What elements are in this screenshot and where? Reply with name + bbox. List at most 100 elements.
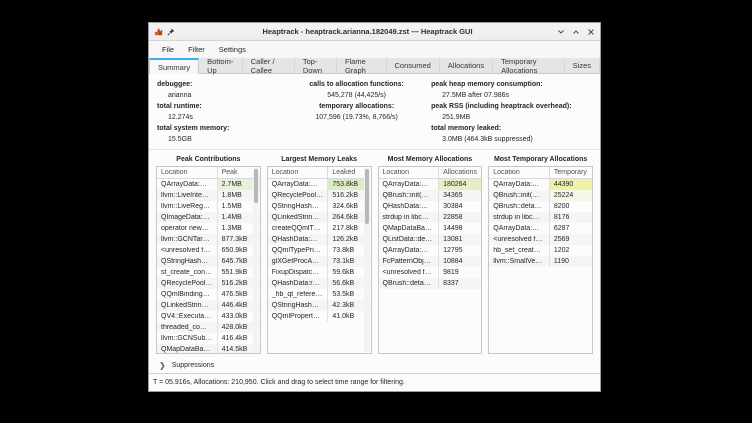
location-cell: QQmlTypePri… bbox=[268, 247, 328, 254]
summary-label: calls to allocation functions: bbox=[282, 79, 431, 90]
table-row[interactable]: QImageData:… 1.4MB bbox=[157, 212, 260, 223]
table-row[interactable]: <unresolved f… 2569 bbox=[489, 234, 592, 245]
tab-label: Sizes bbox=[573, 61, 591, 70]
scrollbar-thumb[interactable] bbox=[365, 169, 369, 224]
maximize-button[interactable] bbox=[571, 27, 580, 36]
location-cell: llvm::LiveReg… bbox=[157, 203, 217, 210]
tab[interactable]: Sizes bbox=[565, 58, 600, 73]
tab[interactable]: Allocations bbox=[440, 58, 493, 73]
table-row[interactable]: QLinkedStrin… 264.6kB bbox=[268, 212, 371, 223]
table-row[interactable]: llvm::GCNTar… 877.3kB bbox=[157, 234, 260, 245]
menu-item[interactable]: File bbox=[155, 43, 181, 56]
tab[interactable]: Bottom-Up bbox=[199, 58, 243, 73]
location-cell: QHashData:r… bbox=[268, 280, 328, 287]
table-row[interactable]: hb_set_creat… 1202 bbox=[489, 245, 592, 256]
table-row[interactable]: <unresolved f… 9819 bbox=[379, 267, 482, 278]
table-row[interactable]: QStringHash… 645.7kB bbox=[157, 256, 260, 267]
value-cell: 9819 bbox=[438, 267, 481, 278]
column-header-location[interactable]: Location bbox=[268, 169, 328, 176]
table-row[interactable]: llvm::SmallVe… 1190 bbox=[489, 256, 592, 267]
location-cell: QLinkedStrin… bbox=[268, 214, 328, 221]
table-row[interactable]: llvm::GCNSub… 416.4kB bbox=[157, 333, 260, 344]
table-header: Location Allocations bbox=[379, 167, 482, 179]
chevron-right-icon: ❯ bbox=[159, 361, 166, 370]
table-row[interactable]: QHashData:r… 56.6kB bbox=[268, 278, 371, 289]
summary-item: peak heap memory consumption: 27.5MB aft… bbox=[431, 79, 592, 101]
table-row[interactable]: strdup in libc… 8176 bbox=[489, 212, 592, 223]
table-row[interactable]: createQQmlT… 217.8kB bbox=[268, 223, 371, 234]
window-titlebar[interactable]: Heaptrack - heaptrack.arianna.182049.zst… bbox=[149, 23, 600, 41]
scrollbar[interactable] bbox=[253, 168, 259, 352]
tab-label: Flame Graph bbox=[345, 57, 378, 75]
table-row[interactable]: st_create_con… 551.9kB bbox=[157, 267, 260, 278]
table-row[interactable]: QArrayData:… 6287 bbox=[489, 223, 592, 234]
location-cell: QQmlBinding… bbox=[157, 291, 217, 298]
suppressions-toggle[interactable]: ❯ Suppressions bbox=[149, 357, 600, 373]
table-row[interactable]: QArrayData:… 2.7MB bbox=[157, 179, 260, 190]
column-header-value[interactable]: Allocations bbox=[438, 167, 481, 178]
scrollbar[interactable] bbox=[364, 168, 370, 352]
table-header: Location Temporary bbox=[489, 167, 592, 179]
table-row[interactable]: QStringHash… 42.3kB bbox=[268, 300, 371, 311]
column-header-location[interactable]: Location bbox=[157, 169, 217, 176]
table-row[interactable]: QMapDataBa… 414.5kB bbox=[157, 344, 260, 353]
table-row[interactable]: QMapDataBa… 14498 bbox=[379, 223, 482, 234]
summary-label-suffix: (including heaptrack overhead): bbox=[463, 103, 571, 110]
table-row[interactable]: threaded_co… 428.0kB bbox=[157, 322, 260, 333]
table-row[interactable]: <unresolved f… 650.9kB bbox=[157, 245, 260, 256]
table-row[interactable]: FixupDispatc… 59.6kB bbox=[268, 267, 371, 278]
location-cell: QArrayData:… bbox=[157, 181, 217, 188]
column-header-value[interactable]: Temporary bbox=[549, 167, 592, 178]
table-row[interactable]: QBrush::deta… 8200 bbox=[489, 201, 592, 212]
minimize-button[interactable] bbox=[556, 27, 565, 36]
table-row[interactable]: QArrayData:… 44390 bbox=[489, 179, 592, 190]
tab[interactable]: Caller / Callee bbox=[243, 58, 295, 73]
table-row[interactable]: QBrush::deta… 8337 bbox=[379, 278, 482, 289]
table-row[interactable]: llvm::LiveReg… 1.5MB bbox=[157, 201, 260, 212]
panel-title: Peak Contributions bbox=[156, 154, 261, 166]
table-row[interactable]: llvm::LiveInte… 1.8MB bbox=[157, 190, 260, 201]
table-row[interactable]: QRecyclePool… 516.2kB bbox=[268, 190, 371, 201]
table-row[interactable]: QStringHash… 324.6kB bbox=[268, 201, 371, 212]
column-header-location[interactable]: Location bbox=[489, 169, 549, 176]
location-cell: FcPatternObj… bbox=[379, 258, 439, 265]
summary-label: total memory leaked: bbox=[431, 123, 592, 134]
summary-item: debuggee: arianna bbox=[157, 79, 282, 101]
tab[interactable]: Top-Down bbox=[295, 58, 337, 73]
table-row[interactable]: QArrayData:… 180264 bbox=[379, 179, 482, 190]
table-row[interactable]: QQmlBinding… 476.5kB bbox=[157, 289, 260, 300]
table-row[interactable]: QQmlTypePri… 73.8kB bbox=[268, 245, 371, 256]
tab[interactable]: Flame Graph bbox=[337, 58, 387, 73]
table-row[interactable]: QLinkedStrin… 446.4kB bbox=[157, 300, 260, 311]
scrollbar-thumb[interactable] bbox=[254, 169, 258, 203]
tab[interactable]: Consumed bbox=[387, 58, 440, 73]
table-row[interactable]: glXGetProcA… 73.1kB bbox=[268, 256, 371, 267]
tab[interactable]: Temporary Allocations bbox=[493, 58, 565, 73]
table-row[interactable]: QBrush::init(… 25224 bbox=[489, 190, 592, 201]
column-header-location[interactable]: Location bbox=[379, 169, 439, 176]
table-row[interactable]: FcPatternObj… 10884 bbox=[379, 256, 482, 267]
table-row[interactable]: QBrush::init(… 34365 bbox=[379, 190, 482, 201]
summary-item: peak RSS (including heaptrack overhead):… bbox=[431, 101, 592, 123]
panel-table: Location Allocations QArrayData:… 180264… bbox=[378, 166, 483, 354]
table-row[interactable]: operator new… 1.3MB bbox=[157, 223, 260, 234]
location-cell: QStringHash… bbox=[268, 302, 328, 309]
table-row[interactable]: QHashData:… 126.2kB bbox=[268, 234, 371, 245]
table-row[interactable]: QHashData:… 30384 bbox=[379, 201, 482, 212]
table-row[interactable]: QRecyclePool… 516.2kB bbox=[157, 278, 260, 289]
table-row[interactable]: QQmlPropert… 41.0kB bbox=[268, 311, 371, 322]
location-cell: st_create_con… bbox=[157, 269, 217, 276]
summary-label-text: peak heap memory consumption: bbox=[431, 81, 543, 88]
tab[interactable]: Summary bbox=[149, 58, 199, 74]
stat-panels: Peak Contributions Location Peak QArrayD… bbox=[149, 150, 600, 357]
menu-item[interactable]: Settings bbox=[212, 43, 253, 56]
table-row[interactable]: QArrayData:… 753.8kB bbox=[268, 179, 371, 190]
table-row[interactable]: QArrayData:… 12795 bbox=[379, 245, 482, 256]
menu-item[interactable]: Filter bbox=[181, 43, 212, 56]
close-button[interactable] bbox=[586, 27, 595, 36]
stat-panel: Most Temporary Allocations Location Temp… bbox=[488, 154, 593, 354]
table-row[interactable]: strdup in libc… 22858 bbox=[379, 212, 482, 223]
table-row[interactable]: _hb_qt_refere… 53.5kB bbox=[268, 289, 371, 300]
table-row[interactable]: QListData::de… 13081 bbox=[379, 234, 482, 245]
table-row[interactable]: QV4::Executa… 433.0kB bbox=[157, 311, 260, 322]
